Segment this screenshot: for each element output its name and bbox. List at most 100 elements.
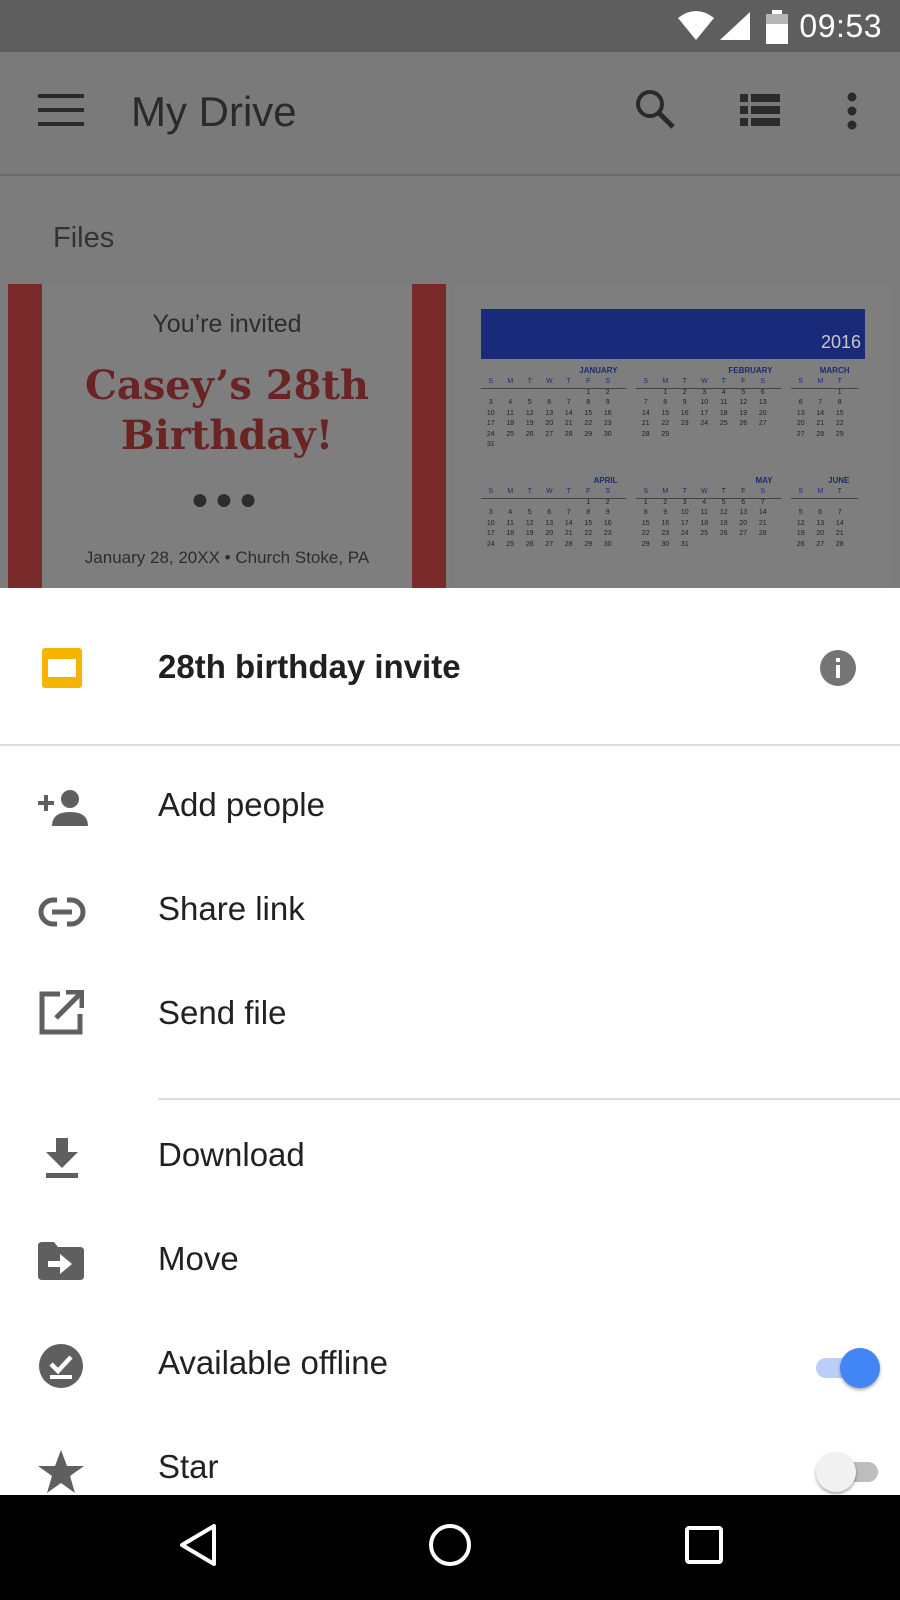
calendar-day: 4 (508, 509, 513, 516)
calendar-day: 29 (584, 540, 593, 548)
calendar-weekday: F (586, 488, 591, 495)
hamburger-menu-icon[interactable] (38, 94, 84, 131)
calendar-day: 1 (586, 388, 591, 396)
calendar-week-row: 12 (481, 499, 626, 510)
calendar-weekday: S (760, 488, 766, 495)
add-people-item[interactable]: Add people (0, 756, 900, 860)
calendar-day (481, 389, 501, 400)
available-offline-toggle[interactable] (816, 1348, 880, 1388)
add-person-icon (38, 788, 88, 828)
available-offline-label: Available offline (158, 1344, 388, 1381)
calendar-day: 16 (603, 409, 612, 417)
star-toggle[interactable] (816, 1452, 878, 1492)
calendar-day: 29 (835, 430, 844, 438)
sheet-header: 28th birthday invite (0, 588, 900, 746)
calendar-day: 28 (835, 540, 844, 548)
calendar-file-thumbnail[interactable]: 2016 JANUARY S M T W T F S 1 2 3 4 5 6 7 8 9 10 11 12 13 14 15… (454, 284, 892, 588)
calendar-weekday-row: SMT (791, 378, 858, 389)
calendar-month-name: MAY (755, 476, 773, 485)
open-external-icon (38, 989, 86, 1035)
move-to-folder-icon (38, 1242, 86, 1282)
calendar-day: 7 (837, 509, 842, 516)
invite-paper: You’re invited Casey’s 28th Birthday! ●●… (42, 284, 412, 588)
calendar-week-row: 10 11 12 13 14 15 16 (481, 520, 626, 531)
calendar-day: 15 (584, 519, 593, 527)
calendar-day (753, 541, 773, 552)
calendar-week-row: 5 6 7 (791, 509, 858, 520)
offline-check-icon (38, 1344, 86, 1388)
calendar-day: 26 (796, 540, 805, 548)
toggle-knob (816, 1452, 856, 1492)
calendar-day (540, 389, 560, 400)
download-icon (44, 1138, 92, 1178)
calendar-day: 15 (661, 409, 670, 417)
calendar-week-row: 22 23 24 25 26 27 28 (636, 530, 781, 541)
share-link-item[interactable]: Share link (0, 860, 900, 964)
calendar-day (598, 441, 618, 452)
calendar-weekday: M (817, 488, 824, 495)
move-item[interactable]: Move (0, 1210, 900, 1314)
calendar-day: 1 (663, 388, 668, 396)
available-offline-item[interactable]: Available offline (0, 1314, 900, 1418)
calendar-weekday: F (586, 378, 591, 385)
calendar-day: 27 (758, 420, 767, 427)
calendar-day: 21 (835, 530, 844, 537)
calendar-day: 30 (661, 540, 670, 548)
calendar-day (830, 499, 850, 510)
home-icon[interactable] (428, 1523, 472, 1572)
calendar-day (753, 431, 773, 442)
invite-border-right (412, 284, 446, 588)
calendar-day: 14 (816, 409, 825, 417)
calendar-weekday: T (566, 378, 571, 385)
calendar-day: 27 (796, 430, 805, 438)
calendar-week-row (791, 499, 858, 510)
calendar-weekday-row: SMTWTFS (481, 378, 626, 389)
calendar-day: 3 (488, 509, 493, 516)
calendar-day: 8 (586, 399, 591, 406)
send-file-item[interactable]: Send file (0, 964, 900, 1068)
back-icon[interactable] (178, 1523, 218, 1572)
calendar-day (520, 441, 540, 452)
calendar-week-row: 12 (481, 389, 626, 400)
calendar-day (791, 389, 811, 400)
move-label: Move (158, 1240, 239, 1277)
calendar-day (520, 389, 540, 400)
calendar-day: 5 (721, 498, 726, 506)
search-icon[interactable] (634, 88, 676, 135)
calendar-week-row: 15 16 17 18 19 20 21 (636, 520, 781, 531)
star-item[interactable]: Star (0, 1418, 900, 1495)
invite-file-thumbnail[interactable]: You’re invited Casey’s 28th Birthday! ●●… (8, 284, 446, 588)
calendar-day: 16 (680, 409, 689, 417)
calendar-weekday: S (643, 488, 649, 495)
more-vert-icon[interactable] (846, 92, 858, 135)
calendar-weekday: W (700, 488, 708, 495)
calendar-day: 15 (584, 409, 593, 417)
calendar-day: 7 (818, 399, 823, 406)
calendar-week-row: 19 20 21 (791, 530, 858, 541)
menu-divider (158, 1098, 900, 1100)
calendar-day: 26 (739, 420, 748, 427)
invite-title-line2: Birthday! (120, 412, 334, 459)
calendar-day: 9 (663, 509, 668, 516)
calendar-day: 28 (816, 430, 825, 438)
files-area: Files You’re invited Casey’s 28th Birthd… (0, 176, 900, 588)
calendar-day: 14 (564, 409, 573, 417)
recents-icon[interactable] (684, 1525, 724, 1570)
calendar-weekday: T (837, 378, 842, 385)
calendar-day: 14 (758, 509, 767, 516)
invite-dots: ●●● (190, 483, 264, 516)
calendar-day: 12 (719, 509, 728, 516)
list-view-icon[interactable] (740, 94, 780, 131)
calendar-day: 2 (605, 388, 610, 396)
calendar-week-row: 24 25 26 27 28 29 30 (481, 541, 626, 552)
download-item[interactable]: Download (0, 1106, 900, 1210)
calendar-day: 28 (564, 430, 573, 438)
calendar-weekday: S (798, 488, 804, 495)
calendar-day: 21 (564, 420, 573, 427)
calendar-week-row: 21 22 23 24 25 26 27 (636, 420, 781, 431)
calendar-day: 20 (739, 519, 748, 527)
calendar-week-row: 1 2 3 4 5 6 7 (636, 499, 781, 510)
info-icon[interactable] (820, 650, 856, 691)
calendar-weekday: T (566, 488, 571, 495)
calendar-weekday: T (837, 488, 842, 495)
